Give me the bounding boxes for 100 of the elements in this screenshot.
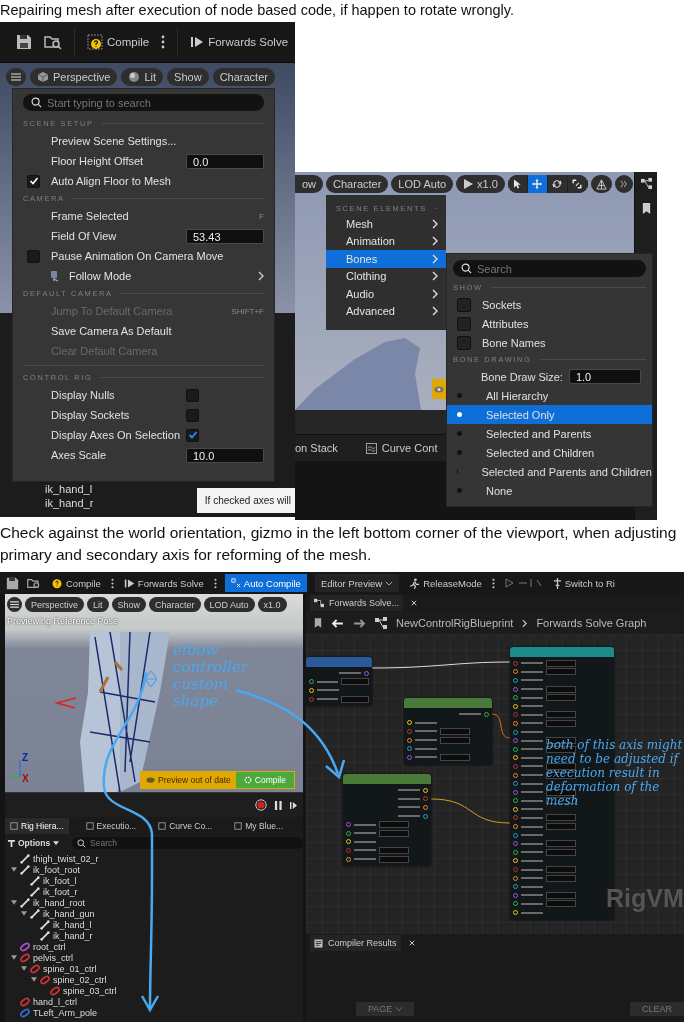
back-arrow-icon[interactable] [331, 618, 344, 628]
tree-item[interactable]: spine_03_ctrl [63, 985, 117, 996]
viewport-button[interactable]: ow [295, 175, 324, 193]
menu-item[interactable]: Bones [326, 250, 446, 268]
breadcrumb-link[interactable]: NewControlRigBlueprint [396, 617, 514, 629]
release-mode-button[interactable]: ReleaseMode [407, 574, 484, 592]
menu-item[interactable]: Preview Scene Settings... [51, 135, 177, 147]
tree-item[interactable]: root_ctrl [33, 941, 66, 952]
tree-item[interactable]: ik_foot_root [33, 864, 81, 875]
viewport-button[interactable]: Show [167, 68, 209, 86]
save-icon[interactable] [6, 576, 19, 590]
panel-tab[interactable]: on Stack [295, 442, 338, 454]
tree-item[interactable]: hand_l_ctrl [33, 996, 78, 1007]
tree-item[interactable]: spine_02_ctrl [53, 974, 107, 985]
menu-item[interactable]: Follow Mode [69, 270, 132, 282]
select-tool-button[interactable] [507, 175, 528, 193]
compile-button[interactable]: Compile [87, 34, 150, 50]
tree-item[interactable]: pelvis_ctrl [33, 952, 73, 963]
compile-button[interactable]: Compile [49, 574, 103, 592]
panel-tab[interactable]: Curve Cont [365, 442, 438, 454]
search-field[interactable]: Search [453, 260, 646, 277]
more-icon[interactable] [491, 577, 495, 589]
viewport-button[interactable]: Lit [121, 68, 164, 86]
graph-tab[interactable]: Forwards Solve... [310, 595, 404, 611]
radio-option[interactable]: Selected Only [447, 405, 652, 424]
checkbox[interactable] [27, 174, 40, 188]
breadcrumb-link[interactable]: Forwards Solve Graph [536, 617, 647, 629]
number-field[interactable]: 10.0 [186, 447, 264, 463]
radio-option[interactable]: Selected and Parents [447, 424, 652, 443]
more-icon[interactable] [161, 35, 166, 49]
tree-item[interactable]: thigh_twist_02_r [33, 853, 99, 864]
graph-icon[interactable] [640, 178, 652, 189]
folder-search-icon[interactable] [44, 34, 62, 50]
tree-item[interactable]: ik_foot_r [43, 886, 78, 897]
checkbox[interactable] [27, 249, 40, 263]
bookmark-icon[interactable] [314, 618, 322, 628]
panel-tab[interactable]: My Blue... [229, 818, 288, 834]
viewport-button[interactable]: Character [149, 597, 201, 612]
step-icon[interactable] [290, 799, 297, 811]
graph-node[interactable] [404, 698, 492, 765]
number-field[interactable]: 0.0 [186, 153, 264, 169]
panel-tab[interactable]: Rig Hiera... [5, 818, 69, 834]
bookmark-icon[interactable] [640, 203, 652, 214]
radio-option[interactable]: None [447, 481, 652, 500]
debug-toolbar-icon[interactable] [502, 577, 543, 589]
compiler-tab[interactable]: Compiler Results [310, 935, 401, 951]
forward-arrow-icon[interactable] [353, 618, 366, 628]
viewport-button[interactable]: Character [212, 68, 275, 86]
menu-item[interactable]: Pause Animation On Camera Move [51, 250, 224, 262]
tree-item[interactable]: ik_hand_gun [43, 908, 95, 919]
number-field[interactable]: 53.43 [186, 228, 264, 244]
menu-item[interactable]: Animation [326, 232, 446, 250]
radio-option[interactable]: All Hierarchy [447, 386, 652, 405]
viewport-button[interactable]: LOD Auto [391, 175, 454, 193]
tree-item[interactable]: spine_01_ctrl [43, 963, 97, 974]
checkbox[interactable] [186, 388, 199, 402]
folder-search-icon[interactable] [27, 576, 41, 590]
menu-item[interactable]: Save Camera As Default [51, 325, 172, 337]
close-icon[interactable] [411, 600, 418, 606]
checkbox[interactable] [186, 428, 199, 442]
radio-option[interactable]: Selected and Parents and Children [447, 462, 652, 481]
search-field[interactable]: Start typing to search [23, 94, 264, 111]
search-field[interactable]: Search [72, 837, 303, 849]
viewport-button[interactable]: LOD Auto [203, 597, 255, 612]
preview-dropdown[interactable]: Editor Preview [314, 574, 400, 592]
options-dropdown[interactable]: Options [5, 838, 63, 848]
checkbox[interactable] [457, 297, 471, 312]
graph-node[interactable] [343, 774, 431, 867]
more-icon[interactable] [110, 577, 114, 589]
checkbox[interactable] [457, 335, 471, 350]
menu-item[interactable]: Mesh [326, 215, 446, 233]
viewport-button[interactable]: Character [326, 175, 389, 193]
checkbox[interactable] [457, 316, 471, 331]
menu-item[interactable]: Audio [326, 285, 446, 303]
tree-item[interactable]: ik_hand_root [33, 897, 86, 908]
menu-button[interactable] [7, 597, 22, 612]
switch-button[interactable]: Switch to Ri [550, 574, 617, 592]
tree-item[interactable]: ik_foot_l [43, 875, 77, 886]
viewport-button[interactable]: x1.0 [257, 597, 287, 612]
viewport-button[interactable]: Perspective [30, 68, 118, 86]
play-speed-button[interactable]: x1.0 [456, 175, 505, 193]
menu-item[interactable]: Clothing [326, 267, 446, 285]
move-tool-button[interactable] [527, 175, 548, 193]
tree-item[interactable]: TLeft_Arm_pole [33, 1007, 98, 1018]
auto-compile-button[interactable]: Auto Compile [224, 574, 307, 592]
graph-node[interactable] [306, 657, 372, 707]
close-icon[interactable] [408, 940, 415, 946]
number-field[interactable]: 1.0 [568, 369, 641, 384]
viewport-button[interactable]: Show [111, 597, 147, 612]
viewport-button[interactable]: Lit [87, 597, 109, 612]
radio-option[interactable]: Selected and Children [447, 443, 652, 462]
more-button[interactable] [614, 175, 633, 193]
tree-item[interactable]: ik_hand_l [53, 919, 92, 930]
camera-speed-button[interactable] [590, 175, 612, 193]
menu-item[interactable]: Frame Selected [51, 210, 129, 222]
viewport-button[interactable]: Perspective [25, 597, 85, 612]
pause-icon[interactable] [274, 799, 283, 811]
record-icon[interactable] [255, 799, 267, 811]
checkbox[interactable] [186, 408, 199, 422]
save-icon[interactable] [16, 34, 32, 50]
